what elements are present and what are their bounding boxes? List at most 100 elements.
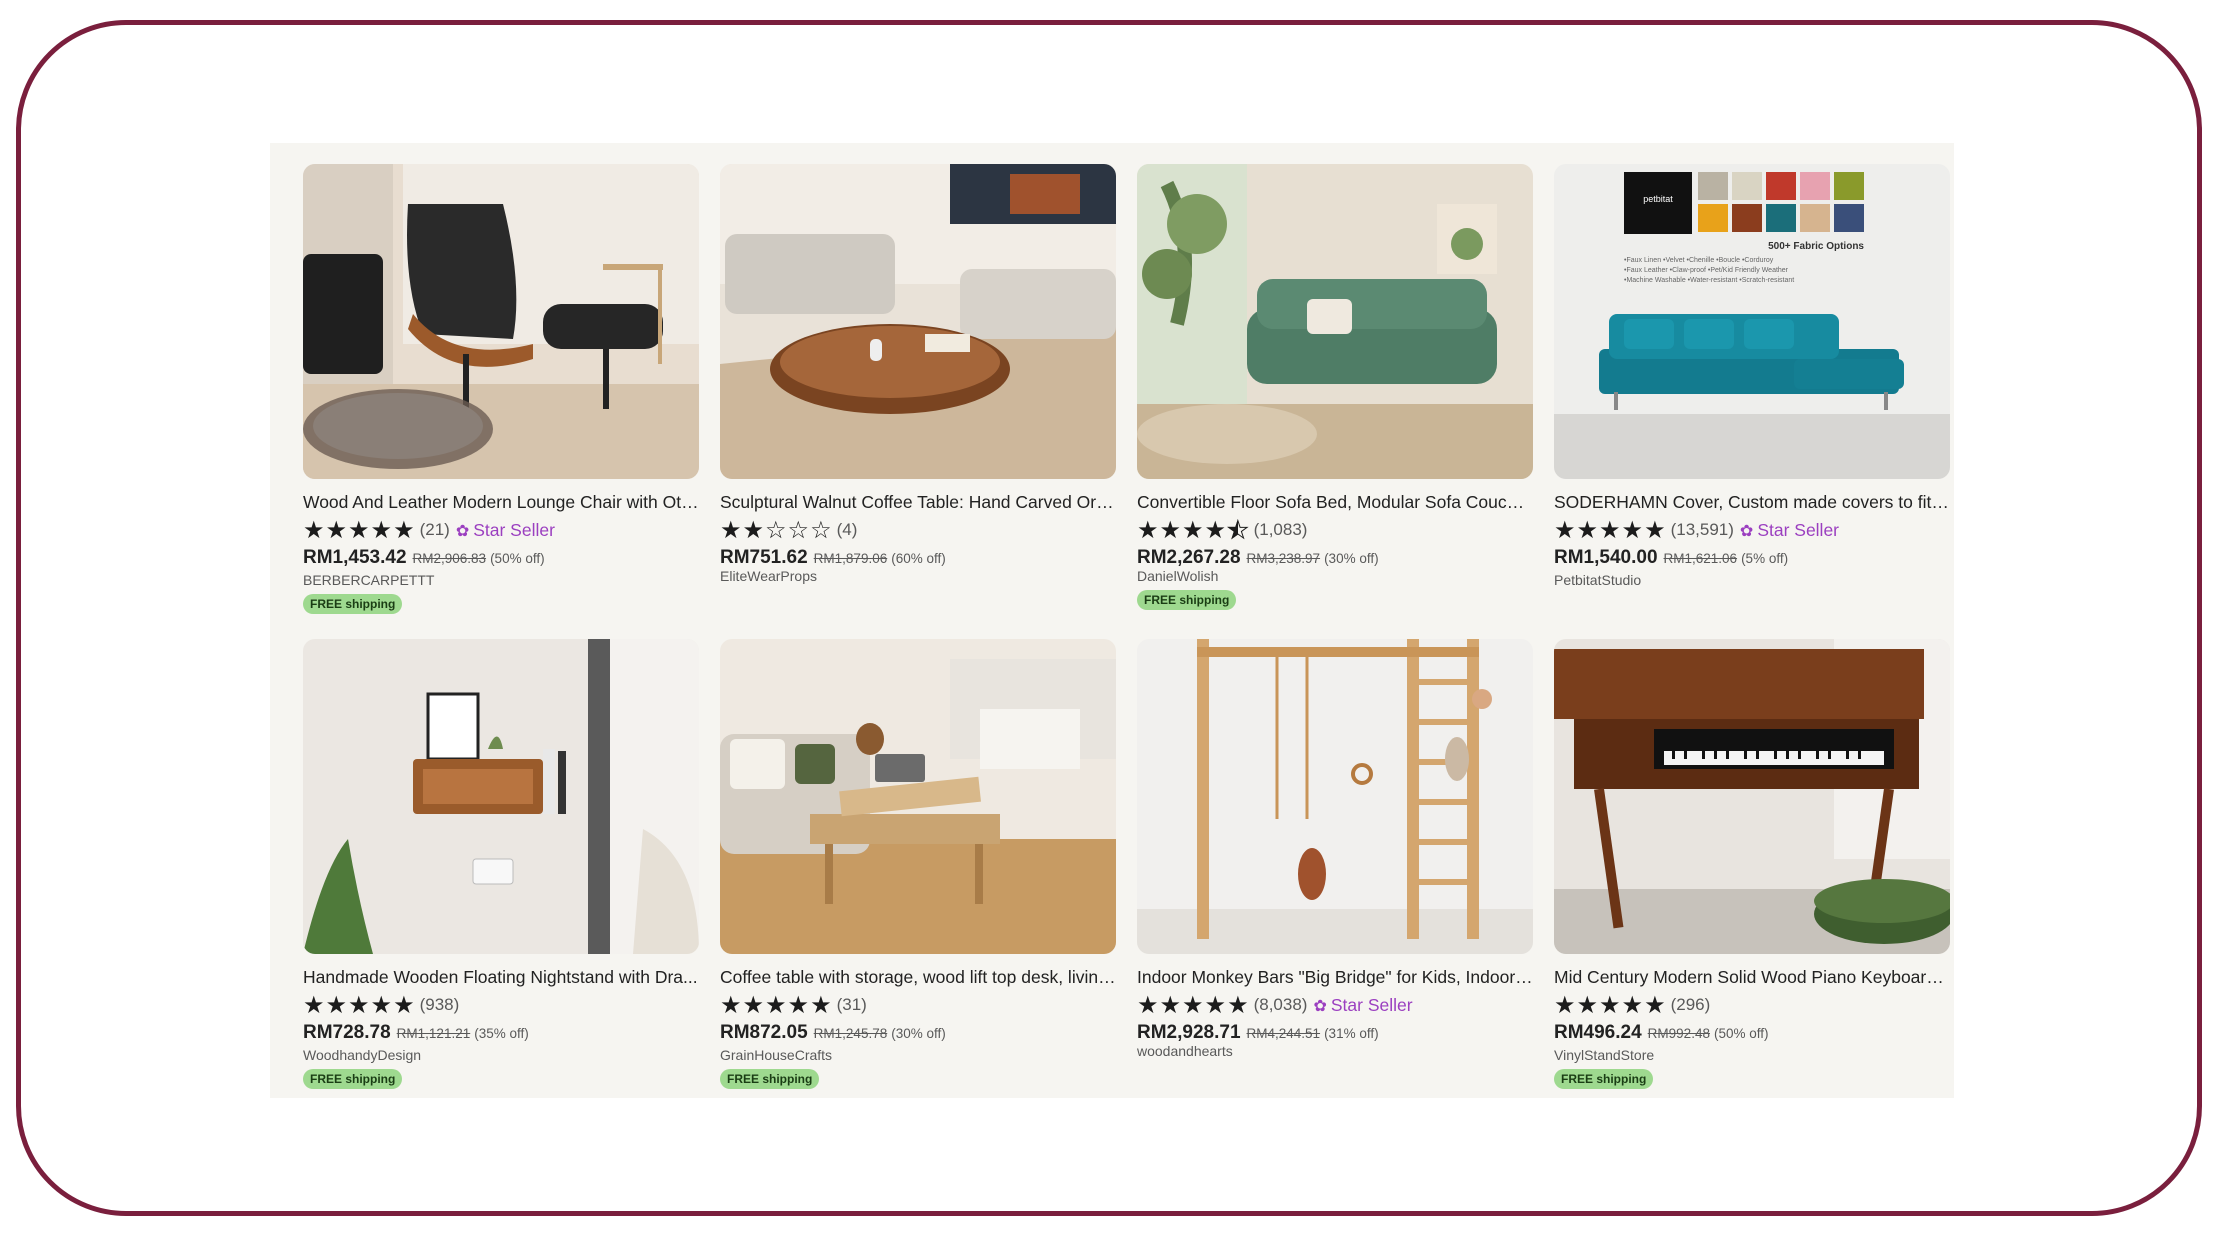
rating-row: ★ ★ ★ ★ ★ (31) (720, 993, 867, 1017)
star-icon: ★ (1137, 516, 1159, 544)
listing-title[interactable]: Wood And Leather Modern Lounge Chair wit… (303, 492, 699, 513)
star-seller-label: Star Seller (1330, 994, 1413, 1015)
shop-name[interactable]: EliteWearProps (720, 568, 817, 584)
star-icon: ★ (1599, 991, 1621, 1019)
sale-price: RM728.78 (303, 1022, 391, 1043)
star-icon: ★ (1204, 991, 1227, 1019)
star-icon: ★ (325, 991, 348, 1019)
listing-title[interactable]: SODERHAMN Cover, Custom made covers to f… (1554, 492, 1950, 513)
price-row: RM496.24 RM992.48 (50% off) (1554, 1022, 1769, 1044)
star-icon: ★ (1621, 991, 1644, 1019)
shop-name[interactable]: GrainHouseCrafts (720, 1047, 832, 1063)
free-shipping-badge: FREE shipping (303, 594, 403, 614)
rating-row: ★ ★ ★ ★ ★ (1,083) (1137, 516, 1307, 544)
star-rating: ★ ★ ★ ★ ★ (303, 993, 416, 1017)
star-icon: ★ (1554, 991, 1576, 1019)
listing-title[interactable]: Convertible Floor Sofa Bed, Modular Sofa… (1137, 492, 1533, 513)
discount-label: (5% off) (1741, 551, 1789, 566)
star-icon: ☆ (810, 516, 832, 544)
rating-row: ★ ★ ★ ★ ★ (21) ✿ Star Seller (303, 518, 555, 542)
sale-price: RM1,453.42 (303, 547, 407, 568)
star-icon: ★ (810, 991, 832, 1019)
star-icon: ★ (720, 516, 742, 544)
shop-name[interactable]: BERBERCARPETTT (303, 572, 434, 588)
star-icon: ★ (393, 516, 415, 544)
listing-title[interactable]: Sculptural Walnut Coffee Table: Hand Car… (720, 492, 1116, 513)
listing-image-monkey-bars[interactable] (1137, 639, 1533, 954)
star-icon: ★ (742, 516, 765, 544)
star-seller-badge: ✿ Star Seller (1740, 520, 1839, 541)
shop-name[interactable]: VinylStandStore (1554, 1047, 1654, 1063)
original-price: RM2,906.83 (412, 551, 487, 566)
discount-label: (31% off) (1324, 1026, 1379, 1041)
free-shipping-badge: FREE shipping (1554, 1069, 1654, 1089)
fabric-features-line: •Faux Linen •Velvet •Chenille •Boucle •C… (1624, 257, 1774, 264)
star-icon: ★ (1227, 516, 1249, 544)
rating-row: ★ ★ ★ ★ ★ (938) (303, 993, 459, 1017)
sale-price: RM496.24 (1554, 1022, 1642, 1043)
original-price: RM4,244.51 (1246, 1026, 1321, 1041)
discount-label: (60% off) (891, 551, 946, 566)
star-rating: ★ ★ ★ ★ ★ (303, 518, 416, 542)
star-icon: ★ (742, 991, 765, 1019)
free-shipping-badge: FREE shipping (1137, 590, 1237, 610)
discount-label: (50% off) (490, 551, 545, 566)
price-row: RM1,453.42 RM2,906.83 (50% off) (303, 547, 545, 569)
shop-name[interactable]: woodandhearts (1137, 1043, 1233, 1059)
listing-image-coffee-table[interactable] (720, 164, 1116, 479)
original-price: RM992.48 (1647, 1026, 1710, 1041)
star-icon: ★ (1137, 991, 1159, 1019)
rating-row: ★ ★ ☆ ☆ ☆ (4) (720, 518, 857, 542)
star-icon: ★ (325, 516, 348, 544)
star-icon: ★ (1204, 516, 1227, 544)
price-row: RM872.05 RM1,245.78 (30% off) (720, 1022, 946, 1044)
discount-label: (35% off) (474, 1026, 529, 1041)
rating-row: ★ ★ ★ ★ ★ (296) (1554, 993, 1710, 1017)
listing-image-lift-top-table[interactable] (720, 639, 1116, 954)
discount-label: (50% off) (1713, 1026, 1769, 1041)
star-icon: ★ (303, 516, 325, 544)
listing-title[interactable]: Indoor Monkey Bars "Big Bridge" for Kids… (1137, 967, 1533, 988)
listing-grid: Wood And Leather Modern Lounge Chair wit… (270, 143, 1954, 1098)
star-seller-badge: ✿ Star Seller (456, 520, 555, 541)
star-icon: ★ (393, 991, 415, 1019)
fabric-options-headline: 500+ Fabric Options (1768, 241, 1864, 252)
rating-row: ★ ★ ★ ★ ★ (13,591) ✿ Star Seller (1554, 518, 1839, 542)
price-row: RM751.62 RM1,879.06 (60% off) (720, 547, 946, 569)
original-price: RM1,879.06 (813, 551, 888, 566)
star-rating: ★ ★ ★ ★ ★ (1554, 993, 1667, 1017)
star-icon: ★ (348, 516, 370, 544)
shop-name[interactable]: WoodhandyDesign (303, 1047, 421, 1063)
star-icon: ★ (370, 516, 393, 544)
review-count: (296) (1670, 995, 1711, 1014)
listing-image-piano-stand[interactable] (1554, 639, 1950, 954)
review-count: (13,591) (1670, 520, 1734, 539)
star-icon: ★ (303, 991, 325, 1019)
brand-logo-text: petbitat (1643, 194, 1673, 204)
original-price: RM1,245.78 (813, 1026, 888, 1041)
sale-price: RM872.05 (720, 1022, 808, 1043)
star-icon: ★ (1227, 991, 1249, 1019)
listing-title[interactable]: Handmade Wooden Floating Nightstand with… (303, 967, 699, 988)
listing-image-lounge-chair[interactable] (303, 164, 699, 479)
listing-title[interactable]: Coffee table with storage, wood lift top… (720, 967, 1116, 988)
star-icon: ★ (1621, 516, 1644, 544)
listing-image-nightstand[interactable] (303, 639, 699, 954)
listing-image-sofa-cover[interactable]: petbitat 500+ Fabric Options •Faux Linen… (1554, 164, 1950, 479)
star-rating: ★ ★ ★ ★ ★ (1137, 993, 1250, 1017)
original-price: RM3,238.97 (1246, 551, 1321, 566)
review-count: (21) (419, 520, 450, 539)
listing-title[interactable]: Mid Century Modern Solid Wood Piano Keyb… (1554, 967, 1950, 988)
free-shipping-badge: FREE shipping (720, 1069, 820, 1089)
listing-image-sofa-bed[interactable] (1137, 164, 1533, 479)
review-count: (8,038) (1253, 995, 1308, 1014)
discount-label: (30% off) (891, 1026, 946, 1041)
shop-name[interactable]: DanielWolish (1137, 568, 1218, 584)
star-icon: ☆ (787, 516, 810, 544)
star-rating: ★ ★ ★ ★ ★ (1554, 518, 1667, 542)
price-row: RM2,928.71 RM4,244.51 (31% off) (1137, 1022, 1379, 1044)
review-count: (31) (836, 995, 867, 1014)
star-seller-label: Star Seller (473, 519, 555, 540)
sale-price: RM751.62 (720, 547, 808, 568)
shop-name[interactable]: PetbitatStudio (1554, 572, 1641, 588)
